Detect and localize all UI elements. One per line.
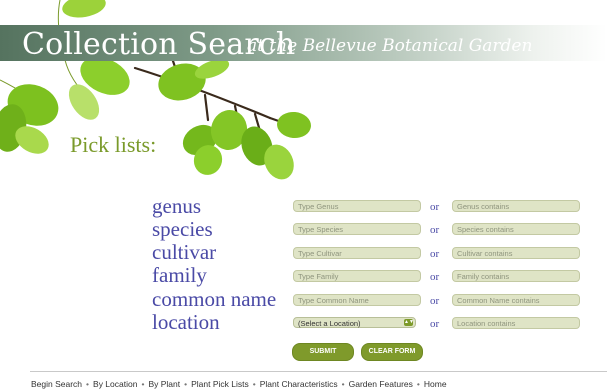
footer-link-plant-characteristics[interactable]: Plant Characteristics bbox=[260, 379, 338, 389]
footer-link-by-plant[interactable]: By Plant bbox=[148, 379, 180, 389]
family-contains-input[interactable] bbox=[452, 270, 580, 282]
or-text: or bbox=[430, 271, 440, 283]
footer-separator: • bbox=[252, 379, 256, 389]
or-text: or bbox=[430, 201, 440, 213]
species-label: species bbox=[152, 217, 213, 241]
common-name-label: common name bbox=[152, 287, 277, 311]
location-select[interactable]: (Select a Location) ▲▼ bbox=[293, 317, 416, 328]
family-input[interactable] bbox=[293, 270, 421, 282]
genus-input[interactable] bbox=[293, 200, 421, 212]
or-text: or bbox=[430, 318, 440, 330]
or-text: or bbox=[430, 295, 440, 307]
genus-label: genus bbox=[152, 194, 201, 218]
footer-separator: • bbox=[184, 379, 188, 389]
footer-separator: • bbox=[141, 379, 145, 389]
select-arrows-icon: ▲▼ bbox=[404, 319, 414, 326]
location-label: location bbox=[152, 310, 220, 334]
footer-link-garden-features[interactable]: Garden Features bbox=[349, 379, 413, 389]
footer-link-plant-pick-lists[interactable]: Plant Pick Lists bbox=[191, 379, 249, 389]
location-contains-input[interactable] bbox=[452, 317, 580, 329]
footer-nav: Begin Search • By Location • By Plant • Plant … bbox=[31, 379, 447, 389]
footer-link-home[interactable]: Home bbox=[424, 379, 447, 389]
genus-contains-input[interactable] bbox=[452, 200, 580, 212]
footer-link-by-location[interactable]: By Location bbox=[93, 379, 137, 389]
family-label: family bbox=[152, 263, 207, 287]
or-text: or bbox=[430, 248, 440, 260]
pick-lists-heading: Pick lists: bbox=[70, 132, 157, 157]
cultivar-label: cultivar bbox=[152, 240, 217, 264]
cultivar-input[interactable] bbox=[293, 247, 421, 259]
footer-separator: • bbox=[416, 379, 420, 389]
page-subtitle: at the Bellevue Botanical Garden bbox=[247, 36, 533, 56]
submit-button[interactable]: SUBMIT bbox=[292, 343, 354, 361]
common-name-contains-input[interactable] bbox=[452, 294, 580, 306]
or-text: or bbox=[430, 224, 440, 236]
species-contains-input[interactable] bbox=[452, 223, 580, 235]
footer-link-begin-search[interactable]: Begin Search bbox=[31, 379, 82, 389]
common-name-input[interactable] bbox=[293, 294, 421, 306]
cultivar-contains-input[interactable] bbox=[452, 247, 580, 259]
location-select-value: (Select a Location) bbox=[298, 319, 361, 328]
footer-divider bbox=[30, 371, 607, 372]
footer-separator: • bbox=[86, 379, 90, 389]
species-input[interactable] bbox=[293, 223, 421, 235]
clear-form-button[interactable]: CLEAR FORM bbox=[361, 343, 423, 361]
footer-separator: • bbox=[341, 379, 345, 389]
